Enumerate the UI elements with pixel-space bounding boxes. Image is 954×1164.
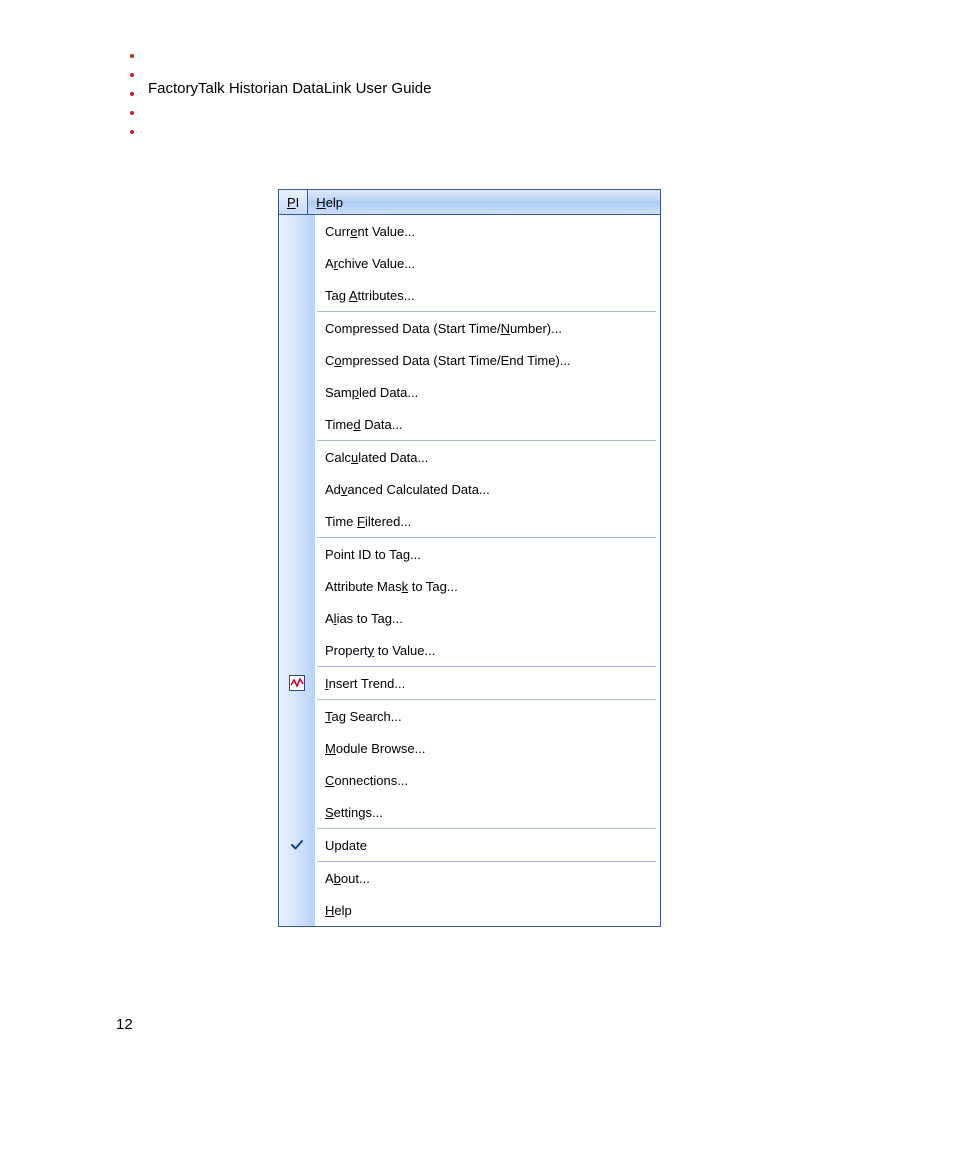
menu-item[interactable]: Compressed Data (Start Time/End Time)...: [315, 344, 660, 376]
menu-item[interactable]: Point ID to Tag...: [315, 538, 660, 570]
decorative-dot-icon: [130, 92, 134, 96]
menubar-item-label: PI: [287, 196, 299, 209]
menu-item[interactable]: Archive Value...: [315, 247, 660, 279]
decorative-dot-icon: [130, 73, 134, 77]
menu-item-label: About...: [325, 872, 370, 885]
menu-item[interactable]: Property to Value...: [315, 634, 660, 666]
menu-item-label: Settings...: [325, 806, 383, 819]
menu-item-label: Update: [325, 839, 367, 852]
menu-item-label: Help: [325, 904, 352, 917]
menu-item[interactable]: Advanced Calculated Data...: [315, 473, 660, 505]
menu-item-label: Archive Value...: [325, 257, 415, 270]
menu-item[interactable]: Sampled Data...: [315, 376, 660, 408]
decorative-dot-column: [130, 54, 134, 149]
menu-icon-gutter: [279, 215, 315, 926]
menu-item-label: Property to Value...: [325, 644, 435, 657]
menu-item-label: Time Filtered...: [325, 515, 411, 528]
menubar-item-help[interactable]: Help: [308, 190, 352, 214]
menu-item[interactable]: Timed Data...: [315, 408, 660, 440]
menu-item-label: Attribute Mask to Tag...: [325, 580, 458, 593]
menu-item[interactable]: Compressed Data (Start Time/Number)...: [315, 312, 660, 344]
menu-item-label: Insert Trend...: [325, 677, 405, 690]
menu-items-container: Current Value... Archive Value... Tag Attr…: [315, 215, 660, 926]
menu-item-label: Tag Attributes...: [325, 289, 415, 302]
menu-item-label: Compressed Data (Start Time/Number)...: [325, 322, 562, 335]
menu-item[interactable]: Update: [315, 829, 660, 861]
decorative-dot-icon: [130, 111, 134, 115]
menu-item[interactable]: Help: [315, 894, 660, 926]
page-number: 12: [116, 1016, 133, 1033]
menu-item[interactable]: Calculated Data...: [315, 441, 660, 473]
trend-icon: [279, 667, 315, 699]
pi-dropdown-menu: Current Value... Archive Value... Tag Attr…: [279, 215, 660, 926]
menu-item[interactable]: Tag Attributes...: [315, 279, 660, 311]
menu-item[interactable]: Connections...: [315, 764, 660, 796]
menu-item[interactable]: Settings...: [315, 796, 660, 828]
menu-item[interactable]: Time Filtered...: [315, 505, 660, 537]
menu-item-label: Advanced Calculated Data...: [325, 483, 490, 496]
menu-item-label: Compressed Data (Start Time/End Time)...: [325, 354, 571, 367]
menubar-item-pi[interactable]: PI: [279, 190, 308, 214]
menu-item-label: Calculated Data...: [325, 451, 428, 464]
document-header-title: FactoryTalk Historian DataLink User Guid…: [148, 80, 431, 97]
menu-item[interactable]: Module Browse...: [315, 732, 660, 764]
menu-item[interactable]: Tag Search...: [315, 700, 660, 732]
menu-item[interactable]: About...: [315, 862, 660, 894]
pi-menu-screenshot: PI Help Current Value... Archive Value...…: [278, 189, 661, 927]
menubar-item-label: Help: [316, 196, 343, 209]
menu-item-label: Tag Search...: [325, 710, 402, 723]
menu-item-label: Alias to Tag...: [325, 612, 403, 625]
page: FactoryTalk Historian DataLink User Guid…: [0, 0, 954, 1164]
menu-item-label: Timed Data...: [325, 418, 403, 431]
checkmark-icon: [279, 829, 315, 861]
menu-item[interactable]: Attribute Mask to Tag...: [315, 570, 660, 602]
menu-item[interactable]: Alias to Tag...: [315, 602, 660, 634]
menu-item-label: Point ID to Tag...: [325, 548, 421, 561]
menu-item-label: Sampled Data...: [325, 386, 418, 399]
menu-item-label: Current Value...: [325, 225, 415, 238]
menubar: PI Help: [279, 190, 660, 215]
decorative-dot-icon: [130, 54, 134, 58]
menu-item[interactable]: Insert Trend...: [315, 667, 660, 699]
menu-item-label: Module Browse...: [325, 742, 425, 755]
menu-item-label: Connections...: [325, 774, 408, 787]
menu-item[interactable]: Current Value...: [315, 215, 660, 247]
decorative-dot-icon: [130, 130, 134, 134]
